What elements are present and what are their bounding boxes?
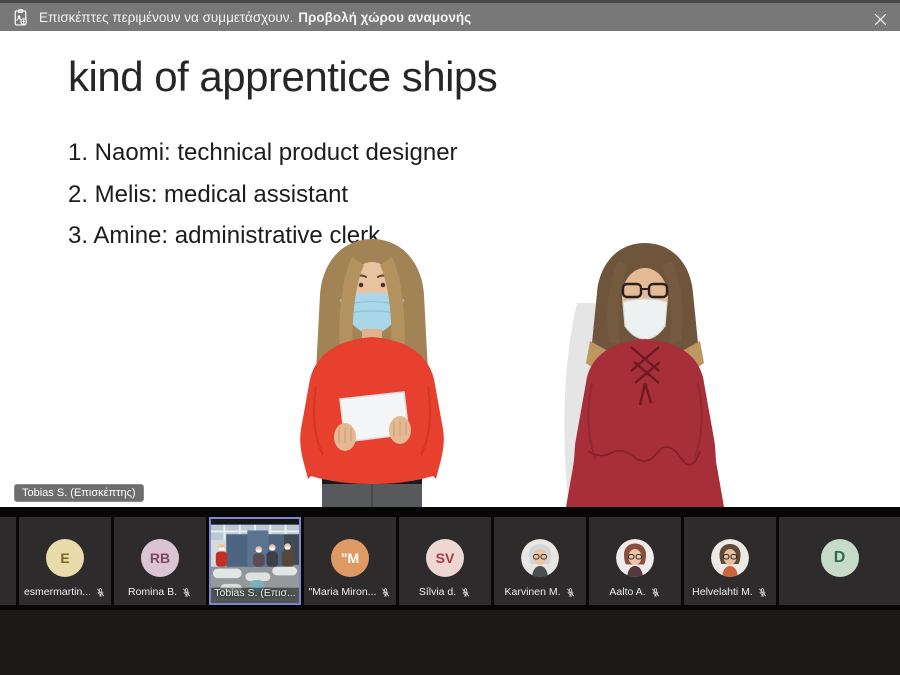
mic-muted-icon	[460, 587, 471, 598]
participant-tile-fragment[interactable]	[0, 517, 16, 605]
avatar-initials: E	[46, 539, 84, 577]
participant-tile[interactable]: RB Romina B.	[114, 517, 206, 605]
avatar-initials: "M	[331, 539, 369, 577]
participant-tile-video-selected[interactable]: Tobias S. (Επισ...	[209, 517, 301, 605]
mic-muted-icon	[757, 587, 768, 598]
participant-name: "Maria Miron...	[309, 586, 377, 598]
participant-tile[interactable]: "M "Maria Miron...	[304, 517, 396, 605]
participant-tile[interactable]: Aalto A.	[589, 517, 681, 605]
participant-tile[interactable]: SV Sílvia d.	[399, 517, 491, 605]
avatar-photo	[521, 539, 559, 577]
participant-name: Helvelahti M.	[692, 586, 753, 598]
participant-name: Romina B.	[128, 586, 177, 598]
mic-muted-icon	[650, 587, 661, 598]
view-lobby-link[interactable]: Προβολή χώρου αναμονής	[298, 10, 471, 25]
waiting-room-banner: Επισκέπτες περιμένουν να συμμετάσχουν. Π…	[0, 0, 900, 31]
participant-tile[interactable]: Karvinen M.	[494, 517, 586, 605]
avatar-photo	[616, 539, 654, 577]
close-icon[interactable]	[866, 6, 894, 32]
call-toolbar	[0, 610, 900, 675]
avatar-initials: SV	[426, 539, 464, 577]
waiting-room-icon	[10, 7, 31, 28]
presenter-name-label: Tobias S. (Επισκέπτης)	[14, 484, 144, 502]
presenter-left	[300, 239, 444, 507]
banner-text: Επισκέπτες περιμένουν να συμμετάσχουν.	[39, 10, 293, 25]
shared-content-stage: kind of apprentice ships 1. Naomi: techn…	[0, 31, 900, 507]
participant-name: Tobias S. (Επισ...	[214, 587, 295, 599]
avatar-initials: D	[821, 539, 859, 577]
participant-name: Aalto A.	[609, 586, 645, 598]
participant-tile[interactable]: D	[779, 517, 900, 605]
participant-name: Sílvia d.	[419, 586, 456, 598]
participant-tile[interactable]: E esmermartin...	[19, 517, 111, 605]
mic-muted-icon	[565, 587, 576, 598]
mic-muted-icon	[380, 587, 391, 598]
avatar-photo	[711, 539, 749, 577]
presenters-video	[0, 31, 900, 507]
participant-tile[interactable]: Helvelahti M.	[684, 517, 776, 605]
presenter-right	[564, 243, 724, 507]
mic-muted-icon	[181, 587, 192, 598]
teams-meeting-window: Επισκέπτες περιμένουν να συμμετάσχουν. Π…	[0, 0, 900, 675]
mic-muted-icon	[95, 587, 106, 598]
participant-name: Karvinen M.	[504, 586, 560, 598]
avatar-initials: RB	[141, 539, 179, 577]
participant-name: esmermartin...	[24, 586, 91, 598]
participant-filmstrip: E esmermartin... RB Romina B.	[0, 507, 900, 610]
